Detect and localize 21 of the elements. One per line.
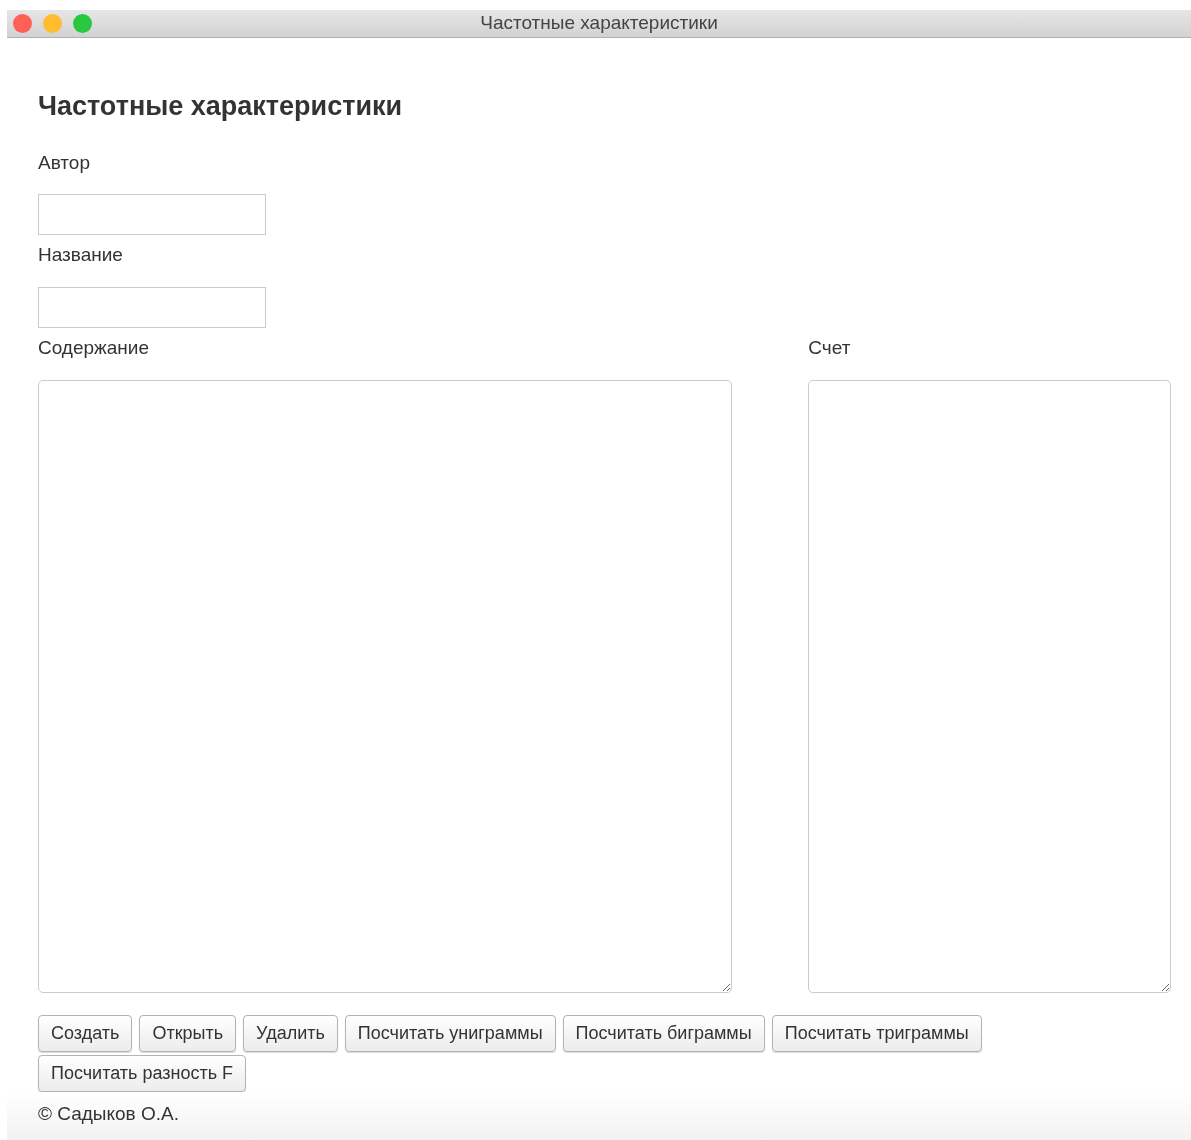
field-label: Автор [38, 150, 91, 175]
page-heading: Частотные характеристики [38, 90, 404, 123]
score-textarea[interactable] [808, 380, 1171, 993]
minimize-button[interactable] [43, 14, 62, 33]
action-button[interactable]: Посчитать разность F [38, 1055, 247, 1092]
field-label: Содержание [38, 335, 151, 360]
action-button[interactable]: Удалить [243, 1015, 338, 1052]
action-button[interactable]: Посчитать биграммы [562, 1015, 765, 1052]
input-field[interactable] [38, 194, 266, 235]
window-title: Частотные характеристики [480, 11, 718, 36]
zoom-button[interactable] [73, 14, 92, 33]
field-label: Название [38, 243, 124, 267]
action-button[interactable]: Посчитать триграммы [771, 1015, 982, 1052]
action-button[interactable]: Открыть [139, 1015, 237, 1052]
input-field[interactable] [38, 286, 266, 328]
action-button[interactable]: Создать [38, 1015, 133, 1052]
close-button[interactable] [13, 14, 32, 33]
content-textarea[interactable] [38, 380, 733, 993]
field-label: Счет [808, 335, 852, 360]
action-button[interactable]: Посчитать униграммы [344, 1015, 556, 1052]
copyright-text: © Садыков О.А. [38, 1103, 179, 1124]
